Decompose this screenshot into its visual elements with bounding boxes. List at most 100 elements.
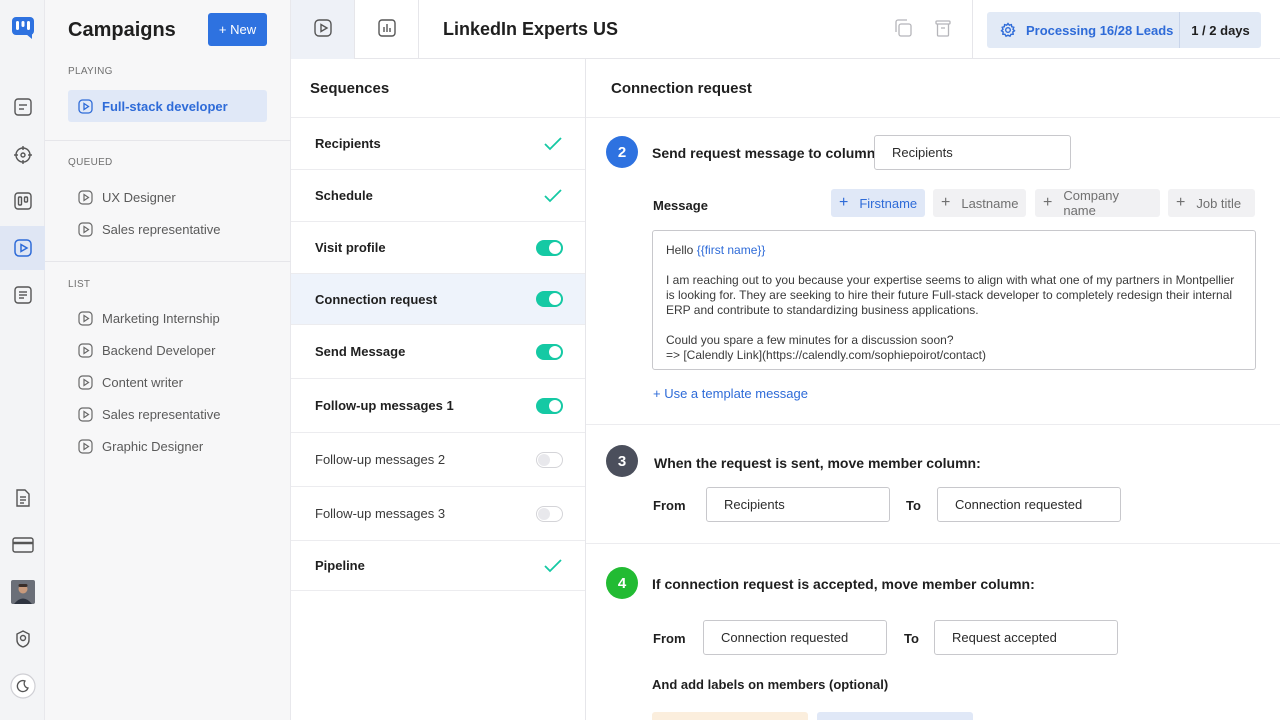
- sequence-item-label: Schedule: [315, 188, 373, 203]
- board-icon[interactable]: [0, 179, 45, 223]
- campaign-item[interactable]: Content writer: [68, 366, 267, 398]
- trash-icon[interactable]: [933, 18, 953, 38]
- insert-firstname-chip[interactable]: + Firstname: [831, 189, 925, 217]
- days-counter: 1 / 2 days: [1179, 12, 1261, 48]
- toggle-switch[interactable]: [536, 397, 563, 414]
- step-title: When the request is sent, move member co…: [654, 455, 981, 471]
- campaign-item[interactable]: UX Designer: [68, 181, 267, 213]
- gear-icon: [1000, 22, 1016, 38]
- use-template-link[interactable]: + Use a template message: [653, 386, 808, 401]
- play-icon: [78, 221, 93, 237]
- campaign-item-label: Graphic Designer: [102, 438, 204, 454]
- dark-mode-icon[interactable]: [0, 664, 45, 708]
- play-icon: [78, 310, 93, 326]
- avatar[interactable]: [0, 570, 45, 614]
- campaign-item[interactable]: Backend Developer: [68, 334, 267, 366]
- sequence-item-schedule[interactable]: Schedule: [291, 169, 585, 221]
- sequence-item-follow-up-3[interactable]: Follow-up messages 3: [291, 486, 585, 540]
- campaign-item[interactable]: Marketing Internship: [68, 302, 267, 334]
- campaign-item[interactable]: Graphic Designer: [68, 430, 267, 462]
- campaign-item-label: Content writer: [102, 374, 183, 390]
- sequence-item-follow-up-1[interactable]: Follow-up messages 1: [291, 378, 585, 432]
- divider: [45, 261, 291, 262]
- sequence-item-connection-request[interactable]: Connection request: [291, 273, 585, 324]
- sequence-item-visit-profile[interactable]: Visit profile: [291, 221, 585, 273]
- toggle-switch[interactable]: [536, 239, 563, 256]
- step-title: Send request message to column: [652, 145, 876, 161]
- queued-section-label: QUEUED: [68, 157, 113, 168]
- tab-sequence[interactable]: [291, 0, 355, 59]
- from-label: From: [653, 631, 686, 646]
- sequence-item-pipeline[interactable]: Pipeline: [291, 540, 585, 591]
- campaigns-icon[interactable]: [0, 226, 45, 270]
- sequences-panel: Sequences Recipients Schedule Visit prof…: [291, 59, 586, 720]
- page-title: LinkedIn Experts US: [443, 19, 619, 39]
- new-campaign-button[interactable]: + New: [208, 13, 267, 46]
- divider: [586, 543, 1280, 544]
- award-icon[interactable]: [0, 617, 45, 661]
- labels-heading: And add labels on members (optional): [652, 677, 889, 692]
- plus-icon: +: [1176, 194, 1186, 211]
- from-column-select[interactable]: Connection requested: [703, 620, 887, 655]
- toggle-switch[interactable]: [536, 343, 563, 360]
- top-bar: LinkedIn Experts US Processing 16/28 Lea…: [291, 0, 1280, 59]
- request-column-select[interactable]: Recipients: [874, 135, 1071, 170]
- label-tag[interactable]: [652, 712, 808, 720]
- step-number: 4: [606, 567, 638, 599]
- sequence-item-label: Connection request: [315, 291, 438, 307]
- message-paragraph: => [Calendly Link](https://calendly.com/…: [666, 348, 986, 362]
- to-column-select[interactable]: Request accepted: [934, 620, 1118, 655]
- sequence-item-send-message[interactable]: Send Message: [291, 324, 585, 378]
- campaign-item[interactable]: Full-stack developer: [68, 90, 267, 122]
- sequence-item-label: Visit profile: [315, 240, 386, 255]
- sequences-title: Sequences: [310, 80, 390, 97]
- target-icon[interactable]: [0, 133, 45, 177]
- list-icon[interactable]: [0, 273, 45, 317]
- icon-rail: [0, 0, 45, 720]
- message-paragraph: Could you spare a few minutes for a disc…: [666, 333, 954, 347]
- message-paragraph: I am reaching out to you because your ex…: [666, 273, 1235, 317]
- play-icon: [78, 189, 93, 205]
- chip-label: Lastname: [961, 195, 1019, 211]
- to-label: To: [906, 498, 921, 513]
- check-icon: [543, 188, 563, 204]
- step-title: If connection request is accepted, move …: [652, 576, 1035, 592]
- campaign-item[interactable]: Sales representative: [68, 213, 267, 245]
- logo-icon[interactable]: [0, 6, 45, 50]
- campaign-item-label: Full-stack developer: [102, 98, 228, 114]
- campaign-item-label: Marketing Internship: [102, 310, 220, 326]
- campaign-item-label: Sales representative: [102, 406, 221, 422]
- play-icon: [78, 438, 93, 454]
- label-tag[interactable]: [817, 712, 973, 720]
- from-column-select[interactable]: Recipients: [706, 487, 890, 522]
- billing-icon[interactable]: [0, 523, 45, 567]
- campaign-item[interactable]: Sales representative: [68, 398, 267, 430]
- sequence-item-follow-up-2[interactable]: Follow-up messages 2: [291, 432, 585, 486]
- toggle-switch[interactable]: [536, 291, 563, 307]
- campaign-item-label: Sales representative: [102, 221, 221, 237]
- toggle-switch[interactable]: [536, 505, 563, 522]
- sequence-item-label: Recipients: [315, 136, 381, 151]
- detail-panel: Connection request 2 Send request messag…: [586, 59, 1280, 720]
- documents-icon[interactable]: [0, 476, 45, 520]
- from-label: From: [653, 498, 686, 513]
- insert-job-title-chip[interactable]: + Job title: [1168, 189, 1255, 217]
- processing-status[interactable]: Processing 16/28 Leads 1 / 2 days: [987, 12, 1261, 48]
- play-icon: [313, 18, 333, 41]
- sequence-item-label: Follow-up messages 1: [315, 398, 454, 413]
- toggle-switch[interactable]: [536, 451, 563, 468]
- chip-label: Company name: [1063, 188, 1119, 218]
- insert-company-name-chip[interactable]: + Company name: [1035, 188, 1160, 218]
- insert-lastname-chip[interactable]: + Lastname: [933, 189, 1026, 217]
- campaign-item-label: UX Designer: [102, 189, 176, 205]
- play-icon: [78, 406, 93, 422]
- sequence-item-label: Follow-up messages 3: [315, 506, 446, 521]
- duplicate-icon[interactable]: [893, 18, 913, 38]
- messages-icon[interactable]: [0, 85, 45, 129]
- to-column-select[interactable]: Connection requested: [937, 487, 1121, 522]
- sequence-item-recipients[interactable]: Recipients: [291, 117, 585, 169]
- message-textarea[interactable]: Hello {{first name}} I am reaching out t…: [652, 230, 1256, 370]
- divider: [586, 424, 1280, 425]
- tab-stats[interactable]: [355, 0, 419, 59]
- check-icon: [543, 558, 563, 574]
